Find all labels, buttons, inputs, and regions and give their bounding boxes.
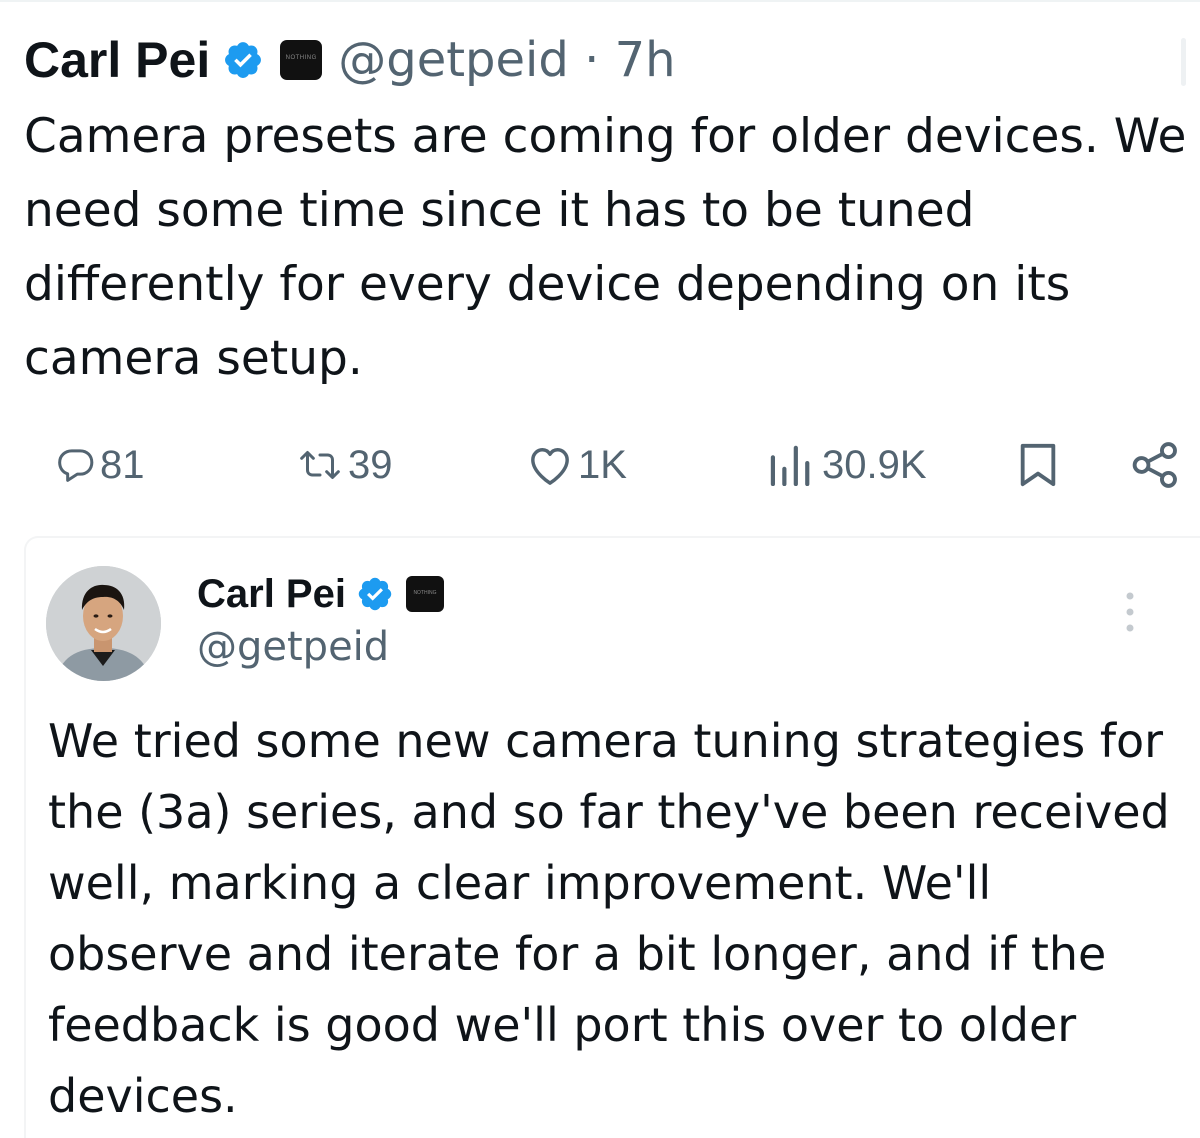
tweet-text: Camera presets are coming for older devi… (24, 109, 1187, 386)
quoted-tweet-text: We tried some new camera tuning strategi… (48, 714, 1170, 1123)
affiliate-badge[interactable]: NOTHING (405, 576, 444, 612)
quoted-author-row: Carl Pei NOTHING (197, 566, 444, 622)
tweet-header: Carl Pei NOTHING @getpeid · 7h (24, 28, 676, 92)
repost-button[interactable]: 39 (296, 430, 393, 500)
reply-button[interactable]: 81 (56, 430, 145, 500)
like-button[interactable]: 1K (526, 430, 627, 500)
affiliate-badge-text: NOTHING (285, 55, 317, 61)
views-button[interactable]: 30.9K (766, 430, 927, 500)
reply-icon (56, 445, 96, 485)
views-count: 30.9K (822, 442, 927, 487)
author-name[interactable]: Carl Pei (24, 31, 210, 89)
repost-count: 39 (348, 442, 393, 487)
share-button[interactable] (1130, 430, 1180, 500)
top-divider (0, 0, 1200, 2)
heart-icon (526, 444, 574, 486)
repost-icon (296, 445, 344, 485)
verified-badge-icon (222, 39, 264, 81)
bookmark-icon (1016, 442, 1060, 488)
quoted-author-name[interactable]: Carl Pei (197, 572, 346, 617)
affiliate-badge[interactable]: NOTHING (280, 40, 323, 80)
quoted-handle[interactable]: @getpeid (197, 624, 389, 670)
reply-count: 81 (100, 442, 145, 487)
scrollbar[interactable] (1181, 38, 1186, 86)
bookmark-button[interactable] (1016, 430, 1060, 500)
avatar[interactable] (46, 566, 161, 681)
more-icon[interactable] (1122, 590, 1138, 634)
views-icon (766, 444, 818, 486)
handle-and-time: @getpeid · 7h (338, 32, 676, 88)
tweet-actions: 81 39 1K 30.9K (0, 430, 1200, 500)
share-icon (1130, 441, 1180, 489)
like-count: 1K (578, 442, 627, 487)
affiliate-badge-text: NOTHING (413, 590, 437, 596)
verified-badge-icon (356, 575, 394, 613)
